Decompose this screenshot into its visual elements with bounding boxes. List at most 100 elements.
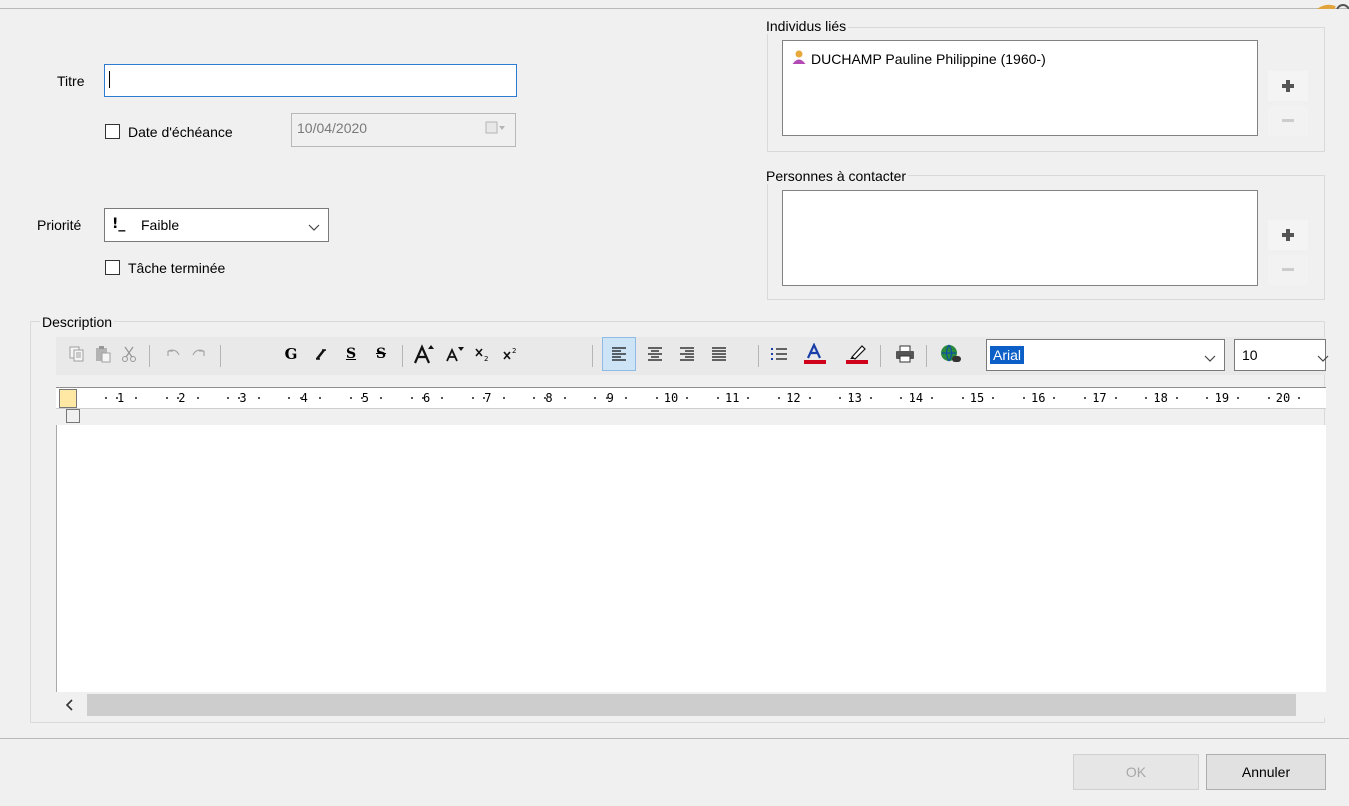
justify-icon[interactable] [704,337,734,371]
title-input[interactable] [104,64,517,97]
due-date-label: Date d'échéance [128,124,233,140]
ruler-tick [716,397,719,399]
text-caret [109,71,110,88]
ruler-number: 3 [239,391,247,405]
add-contact-button[interactable] [1268,220,1308,250]
strikethrough-icon[interactable]: S [368,337,394,371]
ruler-tick [135,397,138,399]
ruler-number: 1 [117,391,125,405]
ruler-tick [900,397,903,399]
ruler-tick [360,397,363,399]
ruler-tick [1145,397,1148,399]
align-center-icon[interactable] [640,337,670,371]
svg-text:2: 2 [512,347,516,355]
align-right-icon[interactable] [672,337,702,371]
bullet-list-icon[interactable] [764,337,794,371]
ruler-number: 2 [178,391,186,405]
toolbar-separator [758,345,759,367]
paste-icon[interactable] [90,337,116,371]
person-icon [791,49,807,68]
ruler-tick [227,397,230,399]
ruler-tick [1022,397,1025,399]
minus-icon [1282,268,1294,271]
toolbar-separator [880,345,881,367]
decrease-font-icon[interactable] [442,337,468,371]
list-item[interactable]: DUCHAMP Pauline Philippine (1960-) [791,49,1046,68]
ruler-tick [747,397,750,399]
due-date-checkbox[interactable] [105,124,120,139]
font-name-select[interactable]: Arial [986,339,1225,371]
ruler-tick [777,397,780,399]
increase-font-icon[interactable] [410,337,440,371]
ruler-tick [605,397,608,399]
contacts-title: Personnes à contacter [764,168,909,184]
ruler[interactable]: 1 2 3 4 5 6 7 8 9 10 11 12 13 14 15 16 17 18 19 20 [56,387,1326,409]
description-editor[interactable] [56,425,1326,692]
chevron-down-icon [308,219,320,235]
task-done-checkbox[interactable] [105,260,120,275]
ruler-tick [624,397,627,399]
ruler-tick [165,397,168,399]
align-left-icon[interactable] [602,337,636,371]
contacts-list[interactable] [782,190,1258,286]
font-name-value: Arial [990,346,1025,364]
font-size-value: 10 [1242,347,1258,363]
hanging-indent-marker[interactable] [66,409,80,423]
redo-icon[interactable] [186,337,212,371]
toolbar-separator [402,345,403,367]
ruler-tick [318,397,321,399]
italic-icon[interactable] [308,337,334,371]
cancel-button[interactable]: Annuler [1206,754,1326,790]
toolbar-separator [220,345,221,367]
toolbar-separator [926,345,927,367]
copy-icon[interactable] [64,337,90,371]
scrollbar-thumb[interactable] [87,694,1296,716]
horizontal-scrollbar[interactable] [56,692,1326,718]
ruler-tick [930,397,933,399]
ruler-tick [1095,397,1098,399]
ruler-tick [1034,397,1036,399]
insert-link-icon[interactable] [936,337,966,371]
bold-icon[interactable]: G [278,337,304,371]
font-color-icon[interactable] [798,337,832,371]
highlight-icon[interactable] [840,337,874,371]
ruler-tick [104,397,107,399]
ruler-tick [299,397,302,399]
priority-value: Faible [141,217,180,233]
priority-select[interactable]: !_ Faible [104,208,329,242]
ruler-tick [594,397,597,399]
toolbar-separator [149,345,150,367]
bottom-separator [0,738,1349,739]
scroll-left-icon[interactable] [65,698,75,715]
ok-button[interactable]: OK [1073,754,1199,790]
remove-linked-button[interactable] [1268,106,1308,136]
remove-contact-button[interactable] [1268,255,1308,285]
print-icon[interactable] [890,337,920,371]
cut-icon[interactable] [116,337,142,371]
ruler-tick [196,397,199,399]
due-date-picker[interactable]: 10/04/2020 [291,113,516,147]
ruler-tick [666,397,669,399]
font-size-select[interactable]: 10 [1234,339,1329,371]
subscript-icon[interactable]: 2 [470,337,496,371]
linked-individuals-list[interactable]: DUCHAMP Pauline Philippine (1960-) [782,40,1258,136]
ruler-tick [972,397,975,399]
add-linked-button[interactable] [1268,71,1308,101]
superscript-icon[interactable]: 2 [498,337,524,371]
undo-icon[interactable] [160,337,186,371]
linked-person-name: DUCHAMP Pauline Philippine (1960-) [811,50,1046,67]
ruler-number: 9 [606,391,614,405]
calendar-dropdown-icon[interactable] [485,121,507,135]
ruler-tick [257,397,260,399]
left-indent-marker[interactable] [59,389,77,408]
ruler-tick [288,397,291,399]
ruler-tick [655,397,658,399]
ruler-tick [441,397,444,399]
chevron-down-icon [1317,350,1329,366]
ruler-tick [1298,397,1301,399]
ruler-tick [116,397,118,399]
ruler-number: 5 [361,391,370,405]
underline-icon[interactable]: S [338,337,364,371]
ruler-tick [483,397,486,399]
linked-individuals-title: Individus liés [764,18,849,34]
